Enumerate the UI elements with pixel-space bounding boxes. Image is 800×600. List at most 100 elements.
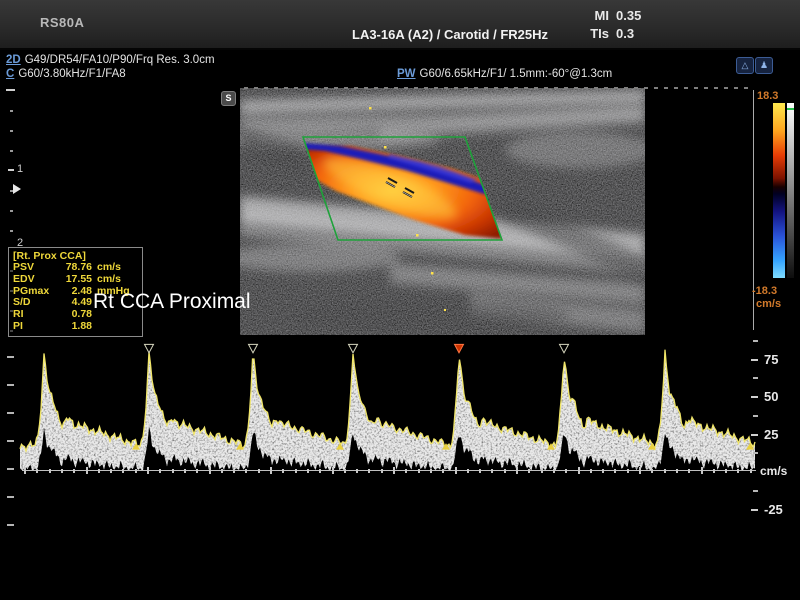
2d-params-text: G49/DR54/FA10/P90/Frq Res. 3.0cm: [25, 54, 215, 66]
ruler-tick: [753, 452, 758, 454]
color-params-text: G60/3.80kHz/F1/FA8: [18, 68, 125, 80]
ruler-tick: [541, 469, 543, 473]
ruler-tick: [381, 469, 383, 473]
ruler-tick: [704, 87, 708, 89]
ruler-tick: [304, 87, 308, 89]
ultrasound-screen: RS80A LA3-16A (A2) / Carotid / FR25Hz MI…: [0, 0, 800, 600]
mi-value: 0.35: [616, 8, 641, 23]
colorbar-max-label: 18.3: [757, 90, 778, 102]
ruler-tick: [725, 469, 727, 473]
ruler-tick: [73, 469, 75, 473]
ruler-tick: [751, 396, 758, 398]
peak-marker: [349, 344, 358, 353]
ruler-tick: [274, 87, 278, 89]
ruler-tick: [159, 469, 161, 473]
ruler-tick: [504, 469, 506, 473]
ruler-tick: [753, 340, 758, 342]
spectrum-speckle: [20, 350, 755, 471]
ruler-tick: [434, 87, 438, 89]
ruler-tick: [474, 87, 478, 89]
mi-label: MI: [583, 8, 609, 23]
ruler-tick: [10, 130, 13, 132]
ruler-tick: [7, 468, 14, 470]
spectral-display[interactable]: [0, 335, 800, 545]
ruler-tick: [284, 87, 288, 89]
ruler-tick: [270, 467, 272, 474]
ruler-tick: [184, 469, 186, 473]
gray-scale-bar: [787, 103, 794, 278]
ruler-tick: [751, 509, 758, 511]
ruler-tick: [374, 87, 378, 89]
ruler-tick: [334, 87, 338, 89]
ruler-tick: [254, 87, 258, 89]
ruler-tick: [364, 87, 368, 89]
ruler-tick: [7, 440, 14, 442]
ruler-tick: [604, 87, 608, 89]
ruler-tick: [405, 469, 407, 473]
ruler-tick: [221, 469, 223, 473]
ruler-tick: [544, 87, 548, 89]
ruler-tick: [354, 87, 358, 89]
ruler-tick: [664, 87, 668, 89]
color-mode-label[interactable]: C: [6, 68, 14, 80]
ruler-tick: [244, 87, 248, 89]
ruler-tick: [534, 87, 538, 89]
measurement-mu: cm/s: [97, 274, 121, 286]
annotation-label[interactable]: Rt CCA Proximal: [93, 290, 251, 314]
ruler-tick: [264, 87, 268, 89]
ruler-tick: [324, 87, 328, 89]
ruler-tick: [10, 110, 13, 112]
ruler-tick: [464, 87, 468, 89]
ruler-tick: [49, 469, 51, 473]
velocity-axis-label: 75: [764, 352, 798, 367]
time-axis: [22, 470, 756, 471]
ruler-tick: [644, 87, 648, 89]
ruler-tick: [135, 469, 137, 473]
ruler-tick: [614, 469, 616, 473]
ruler-tick: [701, 467, 703, 474]
ruler-tick: [384, 87, 388, 89]
ruler-tick: [584, 87, 588, 89]
ruler-tick: [714, 87, 718, 89]
active-peak-marker: [455, 344, 464, 353]
pw-mode-label[interactable]: PW: [397, 68, 416, 80]
ruler-tick: [245, 469, 247, 473]
focus-marker[interactable]: [13, 184, 21, 194]
body-marker-icon[interactable]: ♟: [755, 57, 773, 74]
ruler-tick: [10, 210, 13, 212]
probe-preset[interactable]: LA3-16A (A2) / Carotid / FR25Hz: [300, 27, 600, 42]
peak-marker: [560, 344, 569, 353]
ruler-tick: [36, 469, 38, 473]
ruler-tick: [10, 230, 13, 232]
ruler-tick: [344, 469, 346, 473]
ruler-tick: [737, 469, 739, 473]
ruler-tick: [344, 87, 348, 89]
ruler-tick: [147, 467, 149, 474]
ruler-tick: [393, 467, 395, 474]
ruler-tick: [750, 469, 752, 473]
ruler-tick: [654, 87, 658, 89]
probe-icon[interactable]: △: [736, 57, 754, 74]
ruler-tick: [744, 87, 748, 89]
grayscale-marker: [787, 108, 794, 110]
ruler-tick: [7, 496, 14, 498]
ruler-tick: [724, 87, 728, 89]
ruler-tick: [8, 169, 14, 171]
ruler-tick: [430, 469, 432, 473]
color-params: C G60/3.80kHz/F1/FA8: [6, 68, 126, 80]
ruler-tick: [61, 469, 63, 473]
ruler-tick: [7, 412, 14, 414]
tis-label: TIs: [583, 26, 609, 41]
ruler-tick: [734, 87, 738, 89]
pw-params: PWG60/6.65kHz/F1/ 1.5mm:-60°@1.3cm: [397, 68, 612, 80]
peak-marker: [145, 344, 154, 353]
ruler-tick: [651, 469, 653, 473]
ruler-tick: [578, 467, 580, 474]
bmode-image[interactable]: [240, 88, 645, 335]
color-scale-bar: [773, 103, 785, 278]
2d-mode-label[interactable]: 2D: [6, 54, 21, 66]
ruler-tick: [172, 469, 174, 473]
ruler-tick: [404, 87, 408, 89]
machine-model: RS80A: [40, 15, 84, 30]
ruler-tick: [454, 87, 458, 89]
